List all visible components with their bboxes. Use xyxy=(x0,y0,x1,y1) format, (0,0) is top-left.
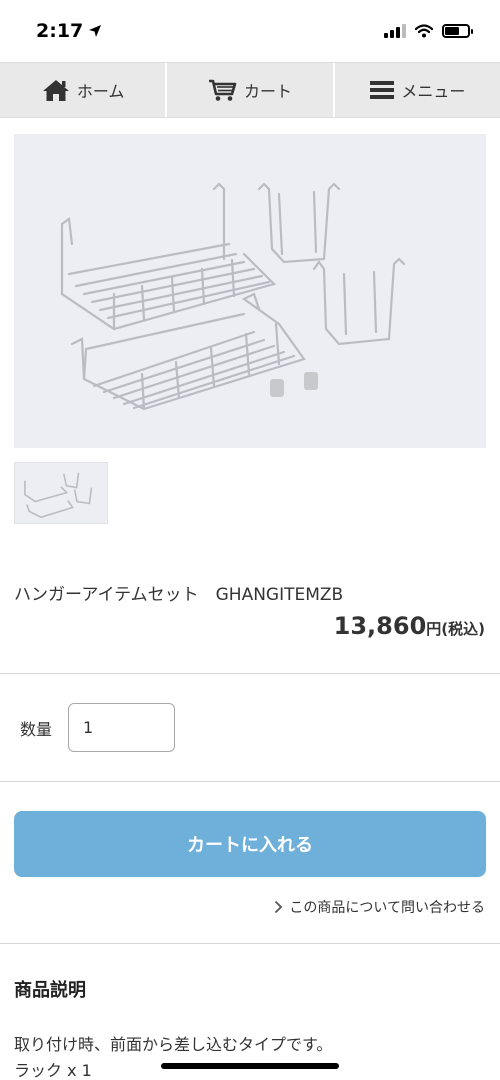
menu-icon xyxy=(369,79,395,101)
nav-menu-label: メニュー xyxy=(401,82,466,101)
clock: 2:17 xyxy=(36,20,84,42)
description-title: 商品説明 xyxy=(14,980,86,1001)
nav-cart-label: カート xyxy=(243,82,292,101)
quantity-label: 数量 xyxy=(20,720,53,739)
nav-home[interactable]: ホーム xyxy=(0,63,168,117)
product-price: 13,860 円(税込) xyxy=(334,612,485,640)
divider xyxy=(0,781,500,782)
battery-icon xyxy=(442,24,473,38)
quantity-input[interactable] xyxy=(68,703,175,752)
nav-cart[interactable]: カート xyxy=(167,63,335,117)
chevron-right-icon xyxy=(275,900,283,914)
add-to-cart-button[interactable]: カートに入れる xyxy=(14,811,486,877)
product-name: ハンガーアイテムセット GHANGITEMZB xyxy=(14,585,344,605)
description-text: 取り付け時、前面から差し込むタイプです。 xyxy=(14,1035,333,1054)
status-indicators xyxy=(384,24,473,38)
cart-icon xyxy=(208,78,238,102)
wire-rack-thumbnail-illustration xyxy=(24,472,93,519)
location-arrow-icon xyxy=(89,25,102,37)
inquiry-label: この商品について問い合わせる xyxy=(289,900,485,916)
wire-rack-illustration xyxy=(60,182,406,411)
product-thumbnail[interactable] xyxy=(14,462,108,524)
description-text: ラック x 1 xyxy=(14,1061,92,1080)
product-main-image[interactable] xyxy=(14,134,486,448)
home-icon xyxy=(41,78,71,102)
nav-menu[interactable]: メニュー xyxy=(335,63,500,117)
divider xyxy=(0,943,500,944)
status-bar: 2:17 xyxy=(0,0,500,62)
cellular-signal-icon xyxy=(384,24,406,38)
nav-home-label: ホーム xyxy=(76,82,125,101)
status-time: 2:17 xyxy=(36,20,102,42)
product-inquiry-link[interactable]: この商品について問い合わせる xyxy=(274,897,485,917)
price-unit: 円(税込) xyxy=(426,620,485,638)
top-navigation: ホーム カート メニュー xyxy=(0,62,500,118)
home-indicator[interactable] xyxy=(161,1063,339,1069)
price-value: 13,860 xyxy=(333,612,427,640)
divider xyxy=(0,673,500,674)
wifi-icon xyxy=(415,24,433,38)
